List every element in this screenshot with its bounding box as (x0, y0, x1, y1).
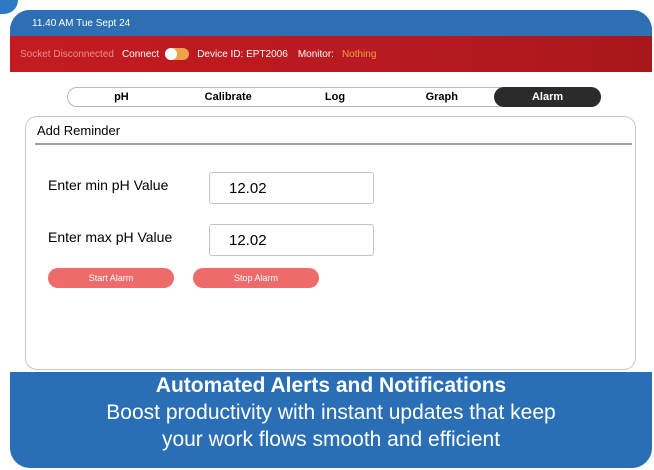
monitor-label: Monitor: (297, 48, 334, 60)
max-ph-label: Enter max pH Value (48, 229, 173, 245)
feature-caption: Automated Alerts and Notifications Boost… (10, 364, 652, 468)
monitor-value: Nothing (341, 48, 377, 60)
start-alarm-button[interactable]: Start Alarm (48, 268, 174, 288)
caption-title: Automated Alerts and Notifications (155, 374, 507, 397)
tab-ph[interactable]: pH (68, 88, 175, 106)
toggle-knob (165, 48, 178, 60)
min-ph-label: Enter min pH Value (48, 177, 169, 193)
panel-title: Add Reminder (37, 123, 121, 138)
status-bar: 11.40 AM Tue Sept 24 (10, 10, 652, 36)
caption-subtitle-line1: Boost productivity with instant updates … (106, 401, 556, 424)
connect-toggle[interactable] (165, 48, 190, 60)
tab-log[interactable]: Log (282, 88, 389, 106)
status-time: 11.40 AM Tue Sept 24 (32, 18, 131, 29)
device-id: Device ID: EPT2006 (197, 48, 288, 60)
socket-status: Socket Disconnected (20, 48, 114, 60)
tab-alarm[interactable]: Alarm (494, 87, 601, 107)
main-content: pH Calibrate Log Graph Alarm Add Reminde… (10, 72, 652, 372)
add-reminder-panel: Add Reminder Enter min pH Value Enter ma… (25, 116, 636, 370)
caption-subtitle-line2: your work flows smooth and efficient (161, 428, 501, 451)
stop-alarm-button[interactable]: Stop Alarm (193, 268, 319, 288)
app-header: Socket Disconnected Connect Device ID: E… (10, 36, 652, 72)
tab-calibrate[interactable]: Calibrate (175, 88, 282, 106)
connect-label: Connect (121, 48, 160, 60)
tab-graph[interactable]: Graph (388, 88, 495, 106)
tablet-frame: 11.40 AM Tue Sept 24 Socket Disconnected… (10, 10, 652, 468)
panel-divider (35, 143, 632, 145)
max-ph-input[interactable] (209, 224, 374, 256)
tab-bar: pH Calibrate Log Graph Alarm (67, 87, 601, 107)
min-ph-input[interactable] (209, 172, 374, 204)
